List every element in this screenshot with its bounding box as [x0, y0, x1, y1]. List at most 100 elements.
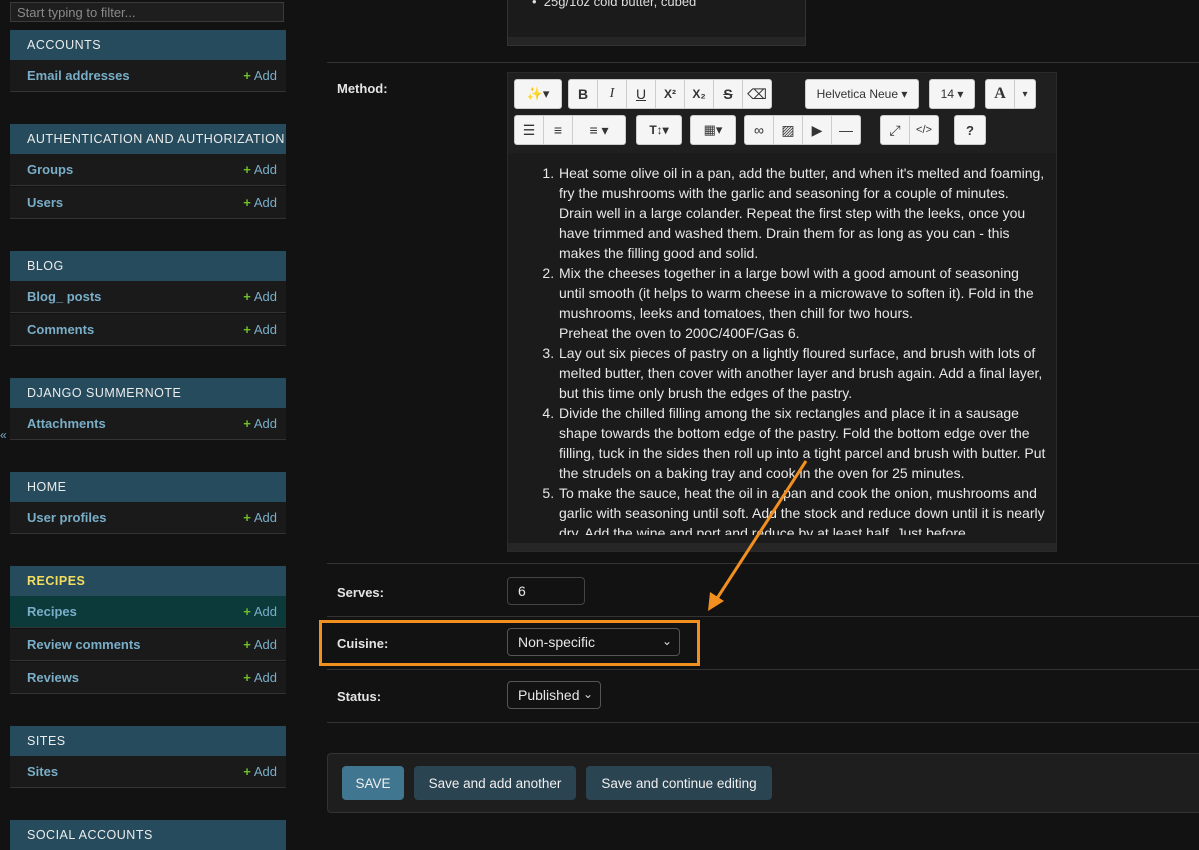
module-header-home[interactable]: HOME — [10, 472, 286, 502]
help-button[interactable]: ? — [954, 115, 986, 145]
horizontal-rule-icon[interactable]: — — [831, 115, 861, 145]
editor-resize-bar[interactable] — [508, 543, 1056, 551]
plus-icon: + — [243, 764, 251, 779]
save-and-add-another-button[interactable]: Save and add another — [414, 766, 576, 800]
picture-icon[interactable]: ▨ — [773, 115, 803, 145]
sidebar-item-link[interactable]: Blog_ posts — [27, 289, 101, 304]
nav-filter-input[interactable] — [10, 2, 284, 22]
add-link[interactable]: + Add — [243, 162, 277, 177]
table-icon: ▦▾ — [703, 122, 723, 137]
underline-button[interactable]: U — [626, 79, 656, 109]
module-header-django-summernote[interactable]: DJANGO SUMMERNOTE — [10, 378, 286, 408]
plus-icon: + — [243, 416, 251, 431]
ingredient-list-item: • 25g/1oz cold butter, cubed — [532, 0, 696, 9]
add-link[interactable]: + Add — [243, 637, 277, 652]
superscript-button[interactable]: X² — [655, 79, 685, 109]
method-step: Divide the chilled filling among the six… — [558, 403, 1046, 483]
annotation-highlight-box — [319, 620, 700, 666]
add-label: Add — [253, 670, 277, 685]
sidebar-item-link[interactable]: Email addresses — [27, 68, 130, 83]
paragraph-align-icon[interactable]: ≡ ▾ — [572, 115, 626, 145]
module-header-social-accounts[interactable]: SOCIAL ACCOUNTS — [10, 820, 286, 850]
divider — [327, 62, 1199, 63]
eraser-icon: ⌫ — [747, 85, 767, 102]
add-link[interactable]: + Add — [243, 68, 277, 83]
module-header-blog[interactable]: BLOG — [10, 251, 286, 281]
sidebar-item-link[interactable]: Groups — [27, 162, 73, 177]
font-color-icon[interactable]: A — [985, 79, 1015, 109]
codeview-button[interactable]: </> — [909, 115, 939, 145]
module-header-accounts[interactable]: ACCOUNTS — [10, 30, 286, 60]
editor-resize-bar[interactable] — [508, 37, 805, 45]
font-size-value: 14 — [940, 87, 954, 101]
magic-style-button[interactable]: ✨▾ — [514, 79, 562, 109]
font-name-dropdown[interactable]: Helvetica Neue ▾ — [805, 79, 919, 109]
sidebar-item-blog-posts: Blog_ posts + Add — [10, 281, 286, 313]
sidebar-item-link[interactable]: Attachments — [27, 416, 106, 431]
add-link[interactable]: + Add — [243, 416, 277, 431]
text-height-icon: T↕▾ — [649, 123, 669, 137]
status-select[interactable]: Published ⌄ — [507, 681, 601, 709]
plus-icon: + — [243, 322, 251, 337]
line-height-dropdown[interactable]: T↕▾ — [636, 115, 682, 145]
sidebar-item-link[interactable]: Sites — [27, 764, 58, 779]
collapse-sidebar-icon[interactable]: « — [0, 428, 7, 442]
sidebar-item-attachments: Attachments + Add — [10, 408, 286, 440]
add-link[interactable]: + Add — [243, 670, 277, 685]
add-label: Add — [253, 637, 277, 652]
add-link[interactable]: + Add — [243, 322, 277, 337]
eraser-button[interactable]: ⌫ — [742, 79, 772, 109]
plus-icon: + — [243, 510, 251, 525]
method-steps-list: Heat some olive oil in a pan, add the bu… — [508, 163, 1056, 535]
add-label: Add — [253, 68, 277, 83]
plus-icon: + — [243, 162, 251, 177]
fullscreen-icon[interactable]: ⤢ — [880, 115, 910, 145]
add-label: Add — [253, 195, 277, 210]
divider — [327, 669, 1199, 670]
status-label: Status: — [337, 689, 382, 704]
sidebar-item-link[interactable]: Reviews — [27, 670, 79, 685]
add-link[interactable]: + Add — [243, 604, 277, 619]
color-dropdown-icon[interactable]: ▾ — [1014, 79, 1036, 109]
method-step-text: Mix the cheeses together in a large bowl… — [559, 265, 1034, 321]
unordered-list-icon[interactable]: ☰ — [514, 115, 544, 145]
plus-icon: + — [243, 670, 251, 685]
ordered-list-icon[interactable]: ≡ — [543, 115, 573, 145]
sidebar-item-link[interactable]: User profiles — [27, 510, 106, 525]
ingredient-text: 25g/1oz cold butter, cubed — [543, 0, 697, 9]
method-step: Heat some olive oil in a pan, add the bu… — [558, 163, 1046, 263]
module-header-authentication[interactable]: AUTHENTICATION AND AUTHORIZATION — [10, 124, 286, 154]
add-label: Add — [253, 162, 277, 177]
font-size-dropdown[interactable]: 14 ▾ — [929, 79, 975, 109]
view-group: ⤢ </> — [880, 115, 939, 145]
add-link[interactable]: + Add — [243, 510, 277, 525]
strikethrough-button[interactable]: S — [713, 79, 743, 109]
divider — [327, 616, 1199, 617]
insert-group: ∞ ▨ ▶ — — [744, 115, 861, 145]
list-group: ☰ ≡ ≡ ▾ — [514, 115, 626, 145]
method-step: Lay out six pieces of pastry on a lightl… — [558, 343, 1046, 403]
add-link[interactable]: + Add — [243, 195, 277, 210]
module-header-recipes[interactable]: RECIPES — [10, 566, 286, 596]
save-button[interactable]: SAVE — [342, 766, 404, 800]
divider — [327, 563, 1199, 564]
video-icon[interactable]: ▶ — [802, 115, 832, 145]
bold-button[interactable]: B — [568, 79, 598, 109]
save-and-continue-editing-button[interactable]: Save and continue editing — [586, 766, 772, 800]
sidebar-item-link[interactable]: Comments — [27, 322, 94, 337]
sidebar-item-link[interactable]: Users — [27, 195, 63, 210]
italic-button[interactable]: I — [597, 79, 627, 109]
plus-icon: + — [243, 637, 251, 652]
sidebar-item-link[interactable]: Review comments — [27, 637, 140, 652]
add-link[interactable]: + Add — [243, 764, 277, 779]
subscript-button[interactable]: X₂ — [684, 79, 714, 109]
add-label: Add — [253, 289, 277, 304]
editor-content-area[interactable]: Heat some olive oil in a pan, add the bu… — [508, 153, 1056, 535]
method-step: Mix the cheeses together in a large bowl… — [558, 263, 1046, 343]
link-icon[interactable]: ∞ — [744, 115, 774, 145]
add-link[interactable]: + Add — [243, 289, 277, 304]
sidebar-item-link[interactable]: Recipes — [27, 604, 77, 619]
table-dropdown[interactable]: ▦▾ — [690, 115, 736, 145]
serves-input[interactable] — [507, 577, 585, 605]
module-header-sites[interactable]: SITES — [10, 726, 286, 756]
